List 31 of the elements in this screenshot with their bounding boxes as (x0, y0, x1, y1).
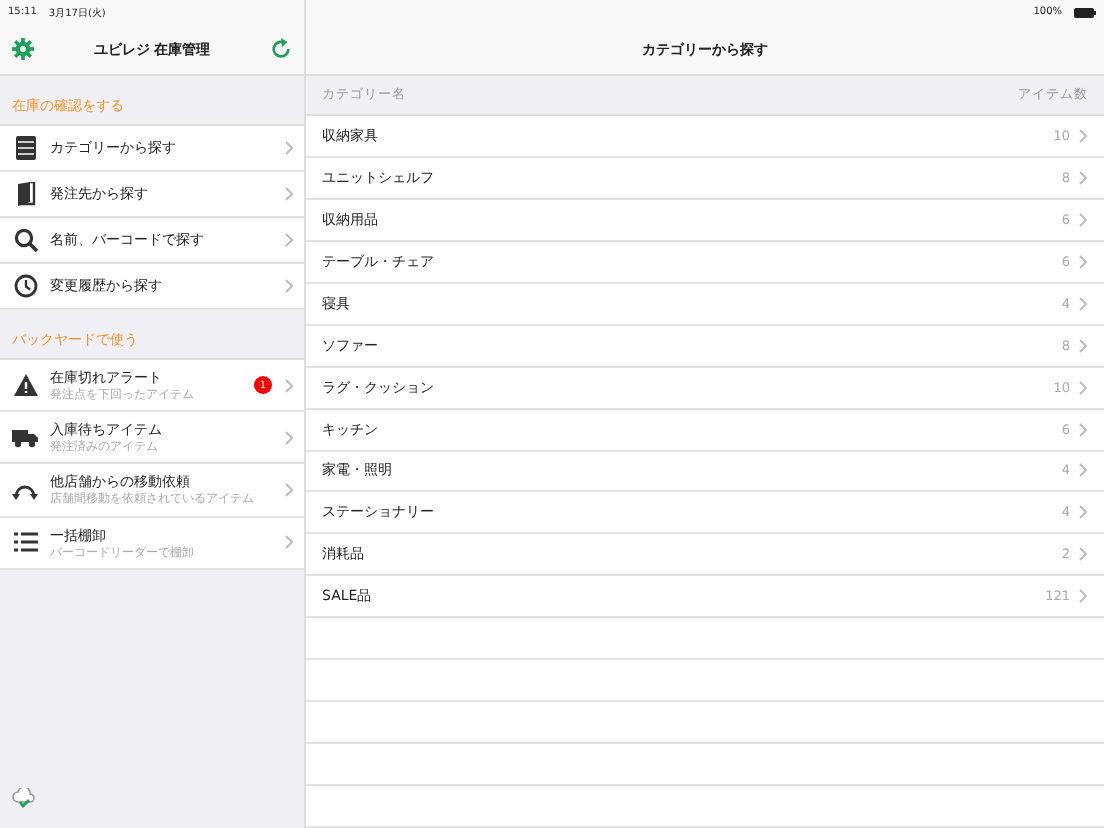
chevron-icon (1078, 546, 1088, 563)
list-icon (13, 532, 37, 553)
chevron-icon (1078, 337, 1088, 354)
book-icon (15, 182, 35, 206)
chevron-icon (284, 278, 294, 294)
chevron-icon (1078, 295, 1088, 312)
battery-icon (1074, 7, 1096, 17)
chevron-icon (1078, 127, 1088, 144)
chevron-icon (1078, 588, 1088, 605)
search-icon (13, 228, 37, 252)
chevron-icon (1078, 211, 1088, 228)
cloud-check-icon[interactable] (12, 788, 36, 808)
chevron-icon (284, 140, 294, 156)
chevron-icon (1078, 379, 1088, 396)
truck-icon (12, 427, 38, 448)
chevron-icon (284, 186, 294, 202)
chevron-icon (1078, 462, 1088, 479)
chevron-icon (284, 232, 294, 248)
chevron-icon (1078, 169, 1088, 186)
refresh-icon[interactable] (270, 38, 292, 60)
warning-icon (13, 374, 37, 397)
chevron-icon (284, 534, 294, 551)
chevron-icon (1078, 504, 1088, 521)
chevron-icon (1078, 253, 1088, 270)
cabinet-icon (15, 136, 35, 160)
chevron-icon (284, 377, 294, 394)
chevron-icon (1078, 421, 1088, 438)
chevron-icon (284, 429, 294, 446)
settings-icon[interactable] (12, 38, 34, 60)
clock-icon (13, 274, 37, 298)
chevron-icon (284, 481, 294, 498)
